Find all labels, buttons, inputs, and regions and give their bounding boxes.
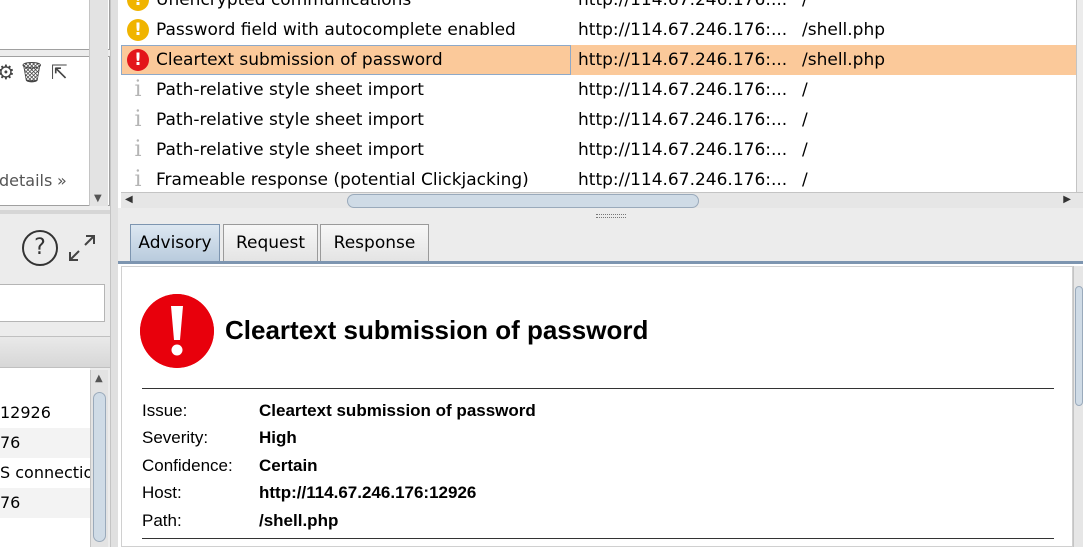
issue-row[interactable]: i Frameable response (potential Clickjac… — [121, 165, 1076, 195]
issue-host: http://114.67.246.176:... — [578, 80, 788, 100]
vertical-splitter[interactable] — [110, 0, 118, 547]
scroll-down-icon[interactable]: ▼ — [94, 193, 102, 204]
issue-name: Unencrypted communications — [156, 0, 412, 10]
advisory-vertical-scrollbar[interactable] — [1073, 266, 1083, 547]
field-value: High — [259, 428, 297, 447]
horizontal-splitter[interactable] — [118, 208, 1083, 224]
help-icon[interactable]: ? — [22, 230, 58, 266]
info-severity-icon: i — [134, 137, 142, 162]
field-label: Severity: — [142, 428, 209, 447]
issue-row[interactable]: ! Password field with autocomplete enabl… — [121, 15, 1076, 45]
advisory-title: Cleartext submission of password — [225, 315, 649, 345]
issue-name: Path-relative style sheet import — [156, 80, 424, 100]
field-value: http://114.67.246.176:12926 — [259, 483, 477, 502]
list-item[interactable]: 76 — [0, 488, 90, 518]
gear-icon[interactable]: ⚙ — [0, 61, 15, 83]
field-label: Issue: — [142, 401, 188, 420]
left-vertical-scrollbar[interactable]: ▼ — [89, 0, 108, 206]
scroll-right-icon[interactable]: ▶ — [1063, 194, 1071, 205]
left-list-header — [0, 336, 110, 368]
list-item[interactable]: 76 — [0, 428, 90, 458]
issue-name: Cleartext submission of password — [156, 50, 443, 70]
tab-request[interactable]: Request — [223, 224, 318, 261]
issue-host: http://114.67.246.176:... — [578, 170, 788, 190]
issue-name: Password field with autocomplete enabled — [156, 20, 516, 40]
splitter-grip[interactable] — [596, 214, 626, 218]
field-label: Path: — [142, 511, 182, 530]
issue-row[interactable]: i Path-relative style sheet import http:… — [121, 105, 1076, 135]
issue-row[interactable]: i Path-relative style sheet import http:… — [121, 135, 1076, 165]
trash-icon[interactable]: 🗑 — [19, 61, 44, 83]
issue-host: http://114.67.246.176:... — [578, 110, 788, 130]
left-list-scrollbar[interactable]: ▲ — [90, 370, 108, 547]
details-link[interactable]: details — [0, 171, 52, 190]
field-label: Confidence: — [142, 456, 233, 475]
tab-response[interactable]: Response — [320, 224, 429, 261]
issue-row[interactable]: ! Unencrypted communications http://114.… — [121, 0, 1076, 15]
high-severity-icon — [140, 294, 214, 368]
issue-path: / — [802, 80, 808, 100]
field-value: Cleartext submission of password — [259, 401, 536, 420]
issue-host: http://114.67.246.176:... — [578, 0, 788, 10]
field-value: Certain — [259, 456, 318, 475]
issue-name: Path-relative style sheet import — [156, 110, 424, 130]
scroll-thumb[interactable] — [1075, 286, 1083, 406]
field-label: Host: — [142, 483, 182, 502]
issue-host: http://114.67.246.176:... — [578, 20, 788, 40]
info-severity-icon: i — [134, 107, 142, 132]
issue-host: http://114.67.246.176:... — [578, 50, 788, 70]
issue-table-horizontal-scrollbar[interactable]: ◀ ▶ — [121, 192, 1083, 208]
scroll-up-icon[interactable]: ▲ — [95, 373, 103, 384]
field-value: /shell.php — [259, 511, 339, 530]
divider — [142, 538, 1054, 539]
list-item[interactable]: S connectio — [0, 458, 90, 488]
scroll-left-icon[interactable]: ◀ — [125, 194, 133, 205]
medium-severity-icon: ! — [127, 19, 149, 41]
high-severity-icon: ! — [127, 49, 149, 71]
scroll-thumb[interactable] — [347, 194, 699, 208]
issue-path: / — [802, 110, 808, 130]
issue-name: Frameable response (potential Clickjacki… — [156, 170, 529, 190]
list-item[interactable]: 12926 — [0, 398, 90, 428]
left-panel: ⚙ 🗑 ⇱ details » ▼ ? 12926 76 S connectio… — [0, 0, 118, 547]
detail-tabbar: Advisory Request Response — [118, 224, 1083, 264]
info-severity-icon: i — [134, 77, 142, 102]
issue-row[interactable]: i Path-relative style sheet import http:… — [121, 75, 1076, 105]
expand-icon[interactable] — [66, 232, 98, 264]
medium-severity-icon: ! — [127, 0, 149, 11]
tab-advisory[interactable]: Advisory — [130, 224, 220, 261]
divider — [142, 388, 1054, 389]
issue-host: http://114.67.246.176:... — [578, 140, 788, 160]
left-list: 12926 76 S connectio 76 — [0, 368, 90, 547]
issue-row-selected[interactable]: ! Cleartext submission of password http:… — [121, 45, 1076, 75]
tab-underline — [118, 261, 1083, 264]
issue-name: Path-relative style sheet import — [156, 140, 424, 160]
issue-path: /shell.php — [802, 50, 886, 70]
info-severity-icon: i — [134, 167, 142, 192]
advisory-panel: Cleartext submission of password Issue: … — [121, 266, 1073, 547]
left-filter-input[interactable] — [0, 284, 105, 322]
issue-path: / — [802, 170, 808, 190]
issue-path: /shell.php — [802, 20, 886, 40]
export-icon[interactable]: ⇱ — [51, 61, 68, 83]
left-separator — [0, 210, 118, 214]
scroll-thumb[interactable] — [93, 392, 106, 542]
issue-path: / — [802, 0, 808, 10]
issue-path: / — [802, 140, 808, 160]
issue-table-vertical-scrollbar[interactable] — [1076, 0, 1083, 192]
details-chevron-icon[interactable]: » — [57, 171, 67, 190]
issue-table: ! Unencrypted communications http://114.… — [121, 0, 1076, 192]
